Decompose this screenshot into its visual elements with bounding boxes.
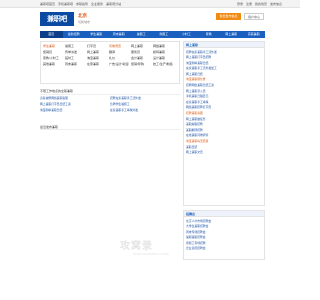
nav-item[interactable]: 周末兼职 (108, 31, 131, 38)
nav-item[interactable]: 网上兼职 (220, 31, 243, 38)
category-link[interactable]: 周末兼职 (65, 62, 87, 68)
top-link[interactable]: 兼职吧首页 (40, 2, 55, 6)
current-city: 北京 (78, 13, 87, 18)
nav-item[interactable]: 暑假工 (130, 31, 153, 38)
nav-item[interactable]: 小时工 (175, 31, 198, 38)
category-link[interactable]: 在家兼职 (87, 62, 109, 68)
list-rows: 高薪诚聘网络兼职客服 招聘在家兼职手工活外发 网上兼职打字员日结工资 急聘学生暑假工淘… (40, 95, 180, 113)
category-panel: 学生兼职 暑假工 打字员 问卷调查 网上兼职 网络兼职 促销员 传单派发 网上兼职 翻译 服务员 模特… (40, 41, 180, 84)
main-job-list: 不限工作地点的全职兼职 高薪诚聘网络兼职客服 招聘在家兼职手工活外发 网上兼职打字员… (40, 88, 180, 128)
post-info-button[interactable]: 免费发布信息 (216, 13, 241, 20)
top-link[interactable]: 手机兼职吧 (58, 2, 73, 6)
category-link[interactable]: 其他兼职 (43, 62, 65, 68)
category-link[interactable]: 广告/设计/动漫 (109, 62, 131, 68)
top-link[interactable]: 企业服务 (91, 2, 103, 6)
watermark-logo: 攻窝录 (120, 241, 153, 252)
category-grid: 学生兼职 暑假工 打字员 问卷调查 网上兼职 网络兼职 促销员 传单派发 网上兼职 翻译 服务员 模特… (43, 44, 175, 68)
side-panel-jobfair: 招聘会 北京人才市场招聘会 大学生兼职招聘会 周末专场招聘会 暑期兼职招聘会 寒假工专场… (183, 210, 265, 260)
category-link[interactable]: 技工/生产/制造 (153, 62, 175, 68)
nav-item[interactable]: 首页 (40, 31, 63, 38)
top-bar: 兼职吧首页 手机兼职吧 求职指导 企业服务 兼职吧分站 登录 注册 我的简历 发… (0, 0, 300, 8)
nav-item[interactable]: 寒假工 (153, 31, 176, 38)
post-link[interactable]: 发布信息 (270, 2, 282, 6)
list-item[interactable]: 在家兼职手工串珠外发 (110, 107, 180, 113)
nav-item[interactable]: 最新招聘 (63, 31, 86, 38)
register-link[interactable]: 注册 (246, 2, 252, 6)
watermark: 攻窝录 WWW.GONGWOLU.COM (120, 237, 182, 256)
nav-item[interactable]: 学生兼职 (85, 31, 108, 38)
side-list: 招聘在家兼职手工活外发 网上兼职打字员招聘 淘宝刷单兼职日结 在家兼职手工活外发加工网… (184, 48, 264, 157)
switch-city-link[interactable]: 切换城市 (78, 20, 90, 24)
list-title: 不限工作地点的全职兼职 (40, 88, 180, 95)
top-bar-right-links: 登录 注册 我的简历 发布信息 (237, 2, 282, 6)
user-center-button[interactable]: 用户中心 (244, 13, 264, 20)
side-list-item[interactable]: 网上兼职文员 (186, 150, 262, 156)
category-link[interactable]: 促销/导购 (131, 62, 153, 68)
watermark-url: WWW.GONGWOLU.COM (133, 252, 169, 256)
login-link[interactable]: 登录 (237, 2, 243, 6)
side2-list: 北京人才市场招聘会 大学生兼职招聘会 周末专场招聘会 暑期兼职招聘会 寒假工专场招聘 企业… (184, 217, 264, 254)
nav-item[interactable]: 家教 (198, 31, 221, 38)
main-nav: 首页 最新招聘 学生兼职 周末兼职 暑假工 寒假工 小时工 家教 网上兼职 高薪… (40, 31, 265, 38)
top-link[interactable]: 兼职吧分站 (106, 2, 121, 6)
top-link[interactable]: 求职指导 (76, 2, 88, 6)
nav-item[interactable]: 高薪兼职 (243, 31, 266, 38)
list-item[interactable]: 淘宝刷单兼职日结 (40, 107, 110, 113)
side-panel: 网上兼职 招聘在家兼职手工活外发 网上兼职打字员招聘 淘宝刷单兼职日结 在家兼职手工活… (183, 41, 265, 206)
top-bar-left-links: 兼职吧首页 手机兼职吧 求职指导 企业服务 兼职吧分站 (40, 2, 121, 6)
resume-link[interactable]: 我的简历 (255, 2, 267, 6)
recent-title: 最近发布兼职 (40, 124, 180, 130)
site-header: 兼职吧 北京 切换城市 免费发布信息 用户中心 (40, 10, 265, 30)
site-logo[interactable]: 兼职吧 (40, 12, 74, 26)
side2-list-item[interactable]: 企业直招招聘会 (186, 246, 262, 252)
